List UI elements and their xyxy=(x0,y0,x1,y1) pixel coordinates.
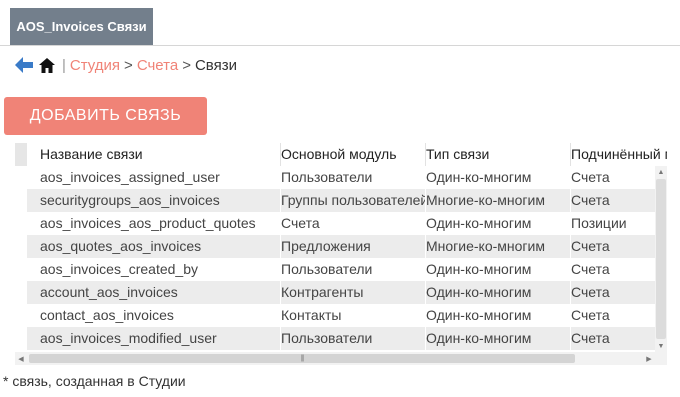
cell-primary-module: Пользователи xyxy=(281,166,426,189)
table-row[interactable]: aos_quotes_aos_invoices Предложения Мног… xyxy=(27,235,655,258)
grid-header: Название связи Основной модуль Тип связи… xyxy=(15,143,667,166)
cell-relationship-type: Один-ко-многим xyxy=(426,304,571,327)
cell-relationship-name: aos_invoices_assigned_user xyxy=(40,166,281,189)
home-icon[interactable] xyxy=(38,57,56,74)
cell-primary-module: Контрагенты xyxy=(281,281,426,304)
column-header-related-module-label: Подчинённый модуль xyxy=(571,146,667,162)
cell-related-module: Счета xyxy=(571,192,610,208)
cell-relationship-name: securitygroups_aos_invoices xyxy=(40,189,281,212)
table-row[interactable]: aos_invoices_assigned_user Пользователи … xyxy=(27,166,655,189)
scroll-left-icon[interactable]: ◀ xyxy=(15,352,27,365)
grid-body: aos_invoices_assigned_user Пользователи … xyxy=(15,166,655,352)
back-arrow-icon[interactable] xyxy=(14,56,34,74)
column-header-primary-module-label: Основной модуль xyxy=(281,146,397,162)
cell-relationship-name: account_aos_invoices xyxy=(40,281,281,304)
column-header-relationship-type[interactable]: Тип связи xyxy=(426,143,571,166)
breadcrumb-arrow: > xyxy=(182,56,191,74)
column-header-primary-module[interactable]: Основной модуль xyxy=(281,143,426,166)
horizontal-scrollbar[interactable]: ◀ ||| ▶ xyxy=(15,352,655,365)
relationships-grid: Название связи Основной модуль Тип связи… xyxy=(15,143,667,369)
breadcrumb-arrow: > xyxy=(124,56,133,74)
cell-relationship-name: contact_aos_invoices xyxy=(40,304,281,327)
cell-related-module: Счета xyxy=(571,307,610,323)
cell-primary-module: Контакты xyxy=(281,304,426,327)
tab-bar: AOS_Invoices Связи xyxy=(0,0,680,46)
column-header-related-module[interactable]: Подчинённый модуль xyxy=(571,143,667,166)
cell-related-module: Счета xyxy=(571,169,610,185)
breadcrumb-current: Связи xyxy=(194,56,237,74)
cell-relationship-name: aos_invoices_aos_product_quotes xyxy=(40,212,281,235)
footnote: * связь, созданная в Студии xyxy=(3,373,186,389)
add-relationship-button[interactable]: ДОБАВИТЬ СВЯЗЬ xyxy=(4,97,207,135)
vertical-scroll-thumb[interactable] xyxy=(656,179,666,339)
cell-relationship-type: Многие-ко-многим xyxy=(426,235,571,258)
cell-relationship-type: Один-ко-многим xyxy=(426,166,571,189)
column-header-relationship-type-label: Тип связи xyxy=(426,146,490,162)
cell-relationship-name: aos_invoices_modified_user xyxy=(40,327,281,350)
cell-relationship-name: aos_quotes_aos_invoices xyxy=(40,235,281,258)
cell-relationship-type: Один-ко-многим xyxy=(426,327,571,350)
cell-primary-module: Пользователи xyxy=(281,258,426,281)
table-row[interactable]: aos_invoices_aos_product_quotes Счета Од… xyxy=(27,212,655,235)
scroll-down-icon[interactable]: ▼ xyxy=(655,340,667,352)
table-row[interactable]: account_aos_invoices Контрагенты Один-ко… xyxy=(27,281,655,304)
cell-relationship-type: Один-ко-многим xyxy=(426,258,571,281)
scrollbar-corner xyxy=(655,352,667,365)
column-header-relationship-name[interactable]: Название связи xyxy=(40,143,281,166)
cell-related-module: Счета xyxy=(571,284,610,300)
cell-primary-module: Пользователи xyxy=(281,327,426,350)
table-row[interactable]: aos_invoices_modified_user Пользователи … xyxy=(27,327,655,350)
table-row[interactable]: aos_invoices_created_by Пользователи Оди… xyxy=(27,258,655,281)
horizontal-scroll-thumb[interactable]: ||| xyxy=(29,354,575,363)
scroll-right-icon[interactable]: ▶ xyxy=(643,352,655,365)
breadcrumb: | Студия > Счета > Связи xyxy=(14,54,237,76)
cell-related-module: Счета xyxy=(571,330,610,346)
cell-relationship-name: aos_invoices_created_by xyxy=(40,258,281,281)
cell-related-module: Счета xyxy=(571,261,610,277)
cell-related-module: Позиции xyxy=(571,215,627,231)
cell-relationship-type: Один-ко-многим xyxy=(426,281,571,304)
scroll-up-icon[interactable]: ▲ xyxy=(655,166,667,178)
breadcrumb-separator: | xyxy=(62,56,66,74)
cell-primary-module: Счета xyxy=(281,212,426,235)
cell-primary-module: Предложения xyxy=(281,235,426,258)
cell-related-module: Счета xyxy=(571,238,610,254)
breadcrumb-invoices-link[interactable]: Счета xyxy=(137,57,178,74)
table-row[interactable]: securitygroups_aos_invoices Группы польз… xyxy=(27,189,655,212)
vertical-scrollbar[interactable]: ▲ ▼ xyxy=(655,166,667,352)
cell-primary-module: Группы пользователей xyxy=(281,189,426,212)
cell-relationship-type: Многие-ко-многим xyxy=(426,189,571,212)
tab-aos-invoices-relationships[interactable]: AOS_Invoices Связи xyxy=(10,8,153,45)
header-row-marker xyxy=(15,143,27,166)
cell-relationship-type: Один-ко-многим xyxy=(426,212,571,235)
breadcrumb-studio-link[interactable]: Студия xyxy=(70,57,120,74)
table-row[interactable]: contact_aos_invoices Контакты Один-ко-мн… xyxy=(27,304,655,327)
